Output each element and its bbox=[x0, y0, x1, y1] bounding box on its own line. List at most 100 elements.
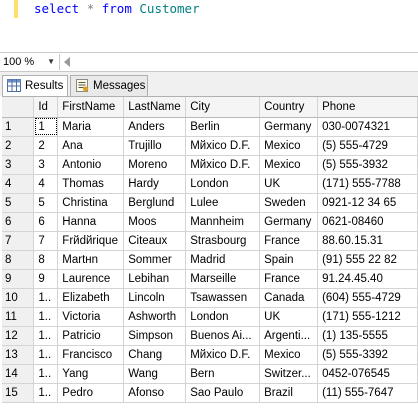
cell-city[interactable]: Bern bbox=[185, 364, 261, 384]
results-grid[interactable]: Id FirstName LastName City Country Phone… bbox=[2, 96, 418, 408]
cell-lastname[interactable]: Berglund bbox=[123, 193, 187, 213]
cell-country[interactable]: Canada bbox=[259, 288, 319, 308]
table-row[interactable]: 10 1.. Elizabeth Lincoln Tsawassen Canada (604… bbox=[2, 288, 418, 308]
cell-lastname[interactable]: Afonso bbox=[123, 383, 187, 403]
cell-id[interactable]: 2 bbox=[33, 136, 59, 156]
cell-phone[interactable]: (604) 555-4729 bbox=[317, 288, 418, 308]
column-header-country[interactable]: Country bbox=[259, 97, 319, 118]
table-row[interactable]: 12 1.. Patricio Simpson Buenos Ai... Argenti.… bbox=[2, 326, 418, 346]
cell-city[interactable]: Madrid bbox=[185, 250, 261, 270]
cell-phone[interactable]: (5) 555-4729 bbox=[317, 136, 418, 156]
column-header-lastname[interactable]: LastName bbox=[123, 97, 187, 118]
cell-lastname[interactable]: Lincoln bbox=[123, 288, 187, 308]
cell-phone[interactable]: (5) 555-3392 bbox=[317, 345, 418, 365]
cell-country[interactable]: UK bbox=[259, 174, 319, 194]
cell-phone[interactable]: (1) 135-5555 bbox=[317, 326, 418, 346]
cell-lastname[interactable]: Citeaux bbox=[123, 231, 187, 251]
cell-lastname[interactable]: Moreno bbox=[123, 155, 187, 175]
cell-city[interactable]: Tsawassen bbox=[185, 288, 261, 308]
cell-id[interactable]: 7 bbox=[33, 231, 59, 251]
table-row[interactable]: 7 7 Frйdйrique Citeaux Strasbourg France 88.60… bbox=[2, 231, 418, 251]
row-number[interactable]: 14 bbox=[2, 364, 35, 384]
query-text[interactable]: select * from Customer bbox=[34, 1, 200, 16]
cell-country[interactable]: France bbox=[259, 269, 319, 289]
table-row[interactable]: 2 2 Ana Trujillo Mйxico D.F. Mexico (5) 555-47… bbox=[2, 136, 418, 156]
cell-city[interactable]: Mannheim bbox=[185, 212, 261, 232]
cell-id[interactable]: 1 bbox=[33, 117, 59, 137]
cell-phone[interactable]: 88.60.15.31 bbox=[317, 231, 418, 251]
cell-id[interactable]: 4 bbox=[33, 174, 59, 194]
cell-id[interactable]: 6 bbox=[33, 212, 59, 232]
cell-city[interactable]: Mйxico D.F. bbox=[185, 155, 261, 175]
row-number[interactable]: 11 bbox=[2, 307, 35, 327]
row-number[interactable]: 12 bbox=[2, 326, 35, 346]
cell-lastname[interactable]: Sommer bbox=[123, 250, 187, 270]
cell-phone[interactable]: (171) 555-7788 bbox=[317, 174, 418, 194]
cell-id[interactable]: 1.. bbox=[33, 307, 59, 327]
cell-firstname[interactable]: Laurence bbox=[57, 269, 125, 289]
cell-lastname[interactable]: Trujillo bbox=[123, 136, 187, 156]
cell-phone[interactable]: (11) 555-7647 bbox=[317, 383, 418, 403]
column-header-city[interactable]: City bbox=[185, 97, 261, 118]
cell-country[interactable]: Mexico bbox=[259, 136, 319, 156]
cell-firstname[interactable]: Frйdйrique bbox=[57, 231, 125, 251]
table-row[interactable]: 3 3 Antonio Moreno Mйxico D.F. Mexico (5) 555-… bbox=[2, 155, 418, 175]
cell-city[interactable]: London bbox=[185, 307, 261, 327]
zoom-select[interactable]: 100 % ▼ bbox=[0, 54, 60, 70]
cell-id[interactable]: 9 bbox=[33, 269, 59, 289]
cell-lastname[interactable]: Chang bbox=[123, 345, 187, 365]
tab-results[interactable]: Results bbox=[2, 75, 68, 97]
cell-lastname[interactable]: Simpson bbox=[123, 326, 187, 346]
table-row[interactable]: 5 5 Christina Berglund Lulee Sweden 0921-12 34… bbox=[2, 193, 418, 213]
row-number[interactable]: 10 bbox=[2, 288, 35, 308]
row-number[interactable]: 8 bbox=[2, 250, 35, 270]
cell-firstname[interactable]: Yang bbox=[57, 364, 125, 384]
table-row[interactable]: 13 1.. Francisco Chang Mйxico D.F. Mexico (5) … bbox=[2, 345, 418, 365]
cell-lastname[interactable]: Lebihan bbox=[123, 269, 187, 289]
row-number[interactable]: 5 bbox=[2, 193, 35, 213]
column-header-id[interactable]: Id bbox=[33, 97, 59, 118]
table-row[interactable]: 15 1.. Pedro Afonso Sao Paulo Brazil (11) 555-… bbox=[2, 383, 418, 403]
cell-firstname[interactable]: Maria bbox=[57, 117, 125, 137]
cell-firstname[interactable]: Ana bbox=[57, 136, 125, 156]
cell-country[interactable]: Sweden bbox=[259, 193, 319, 213]
row-number[interactable]: 6 bbox=[2, 212, 35, 232]
chevron-down-icon[interactable]: ▼ bbox=[47, 54, 55, 70]
cell-firstname[interactable]: Victoria bbox=[57, 307, 125, 327]
cell-country[interactable]: France bbox=[259, 231, 319, 251]
cell-phone[interactable]: 91.24.45.40 bbox=[317, 269, 418, 289]
cell-id[interactable]: 5 bbox=[33, 193, 59, 213]
column-header-phone[interactable]: Phone bbox=[317, 97, 418, 118]
cell-firstname[interactable]: Pedro bbox=[57, 383, 125, 403]
cell-country[interactable]: Germany bbox=[259, 212, 319, 232]
cell-phone[interactable]: (171) 555-1212 bbox=[317, 307, 418, 327]
cell-city[interactable]: London bbox=[185, 174, 261, 194]
cell-country[interactable]: Germany bbox=[259, 117, 319, 137]
cell-country[interactable]: Brazil bbox=[259, 383, 319, 403]
cell-firstname[interactable]: Martнn bbox=[57, 250, 125, 270]
row-number[interactable]: 4 bbox=[2, 174, 35, 194]
cell-country[interactable]: Mexico bbox=[259, 345, 319, 365]
cell-phone[interactable]: 0921-12 34 65 bbox=[317, 193, 418, 213]
row-number[interactable]: 2 bbox=[2, 136, 35, 156]
cell-firstname[interactable]: Hanna bbox=[57, 212, 125, 232]
cell-lastname[interactable]: Anders bbox=[123, 117, 187, 137]
cell-id[interactable]: 1.. bbox=[33, 383, 59, 403]
cell-city[interactable]: Berlin bbox=[185, 117, 261, 137]
cell-country[interactable]: Switzer... bbox=[259, 364, 319, 384]
cell-phone[interactable]: 0621-08460 bbox=[317, 212, 418, 232]
cell-country[interactable]: UK bbox=[259, 307, 319, 327]
tab-messages[interactable]: Messages bbox=[70, 75, 148, 96]
cell-lastname[interactable]: Moos bbox=[123, 212, 187, 232]
table-row[interactable]: 9 9 Laurence Lebihan Marseille France 91.24.45… bbox=[2, 269, 418, 289]
cell-phone[interactable]: (5) 555-3932 bbox=[317, 155, 418, 175]
table-row[interactable]: 14 1.. Yang Wang Bern Switzer... 0452-076545 bbox=[2, 364, 418, 384]
cell-id[interactable]: 1.. bbox=[33, 345, 59, 365]
table-row[interactable]: 11 1.. Victoria Ashworth London UK (171) 555-1… bbox=[2, 307, 418, 327]
cell-firstname[interactable]: Francisco bbox=[57, 345, 125, 365]
cell-phone[interactable]: 0452-076545 bbox=[317, 364, 418, 384]
cell-firstname[interactable]: Christina bbox=[57, 193, 125, 213]
cell-city[interactable]: Lulee bbox=[185, 193, 261, 213]
cell-lastname[interactable]: Wang bbox=[123, 364, 187, 384]
cell-id[interactable]: 1.. bbox=[33, 326, 59, 346]
